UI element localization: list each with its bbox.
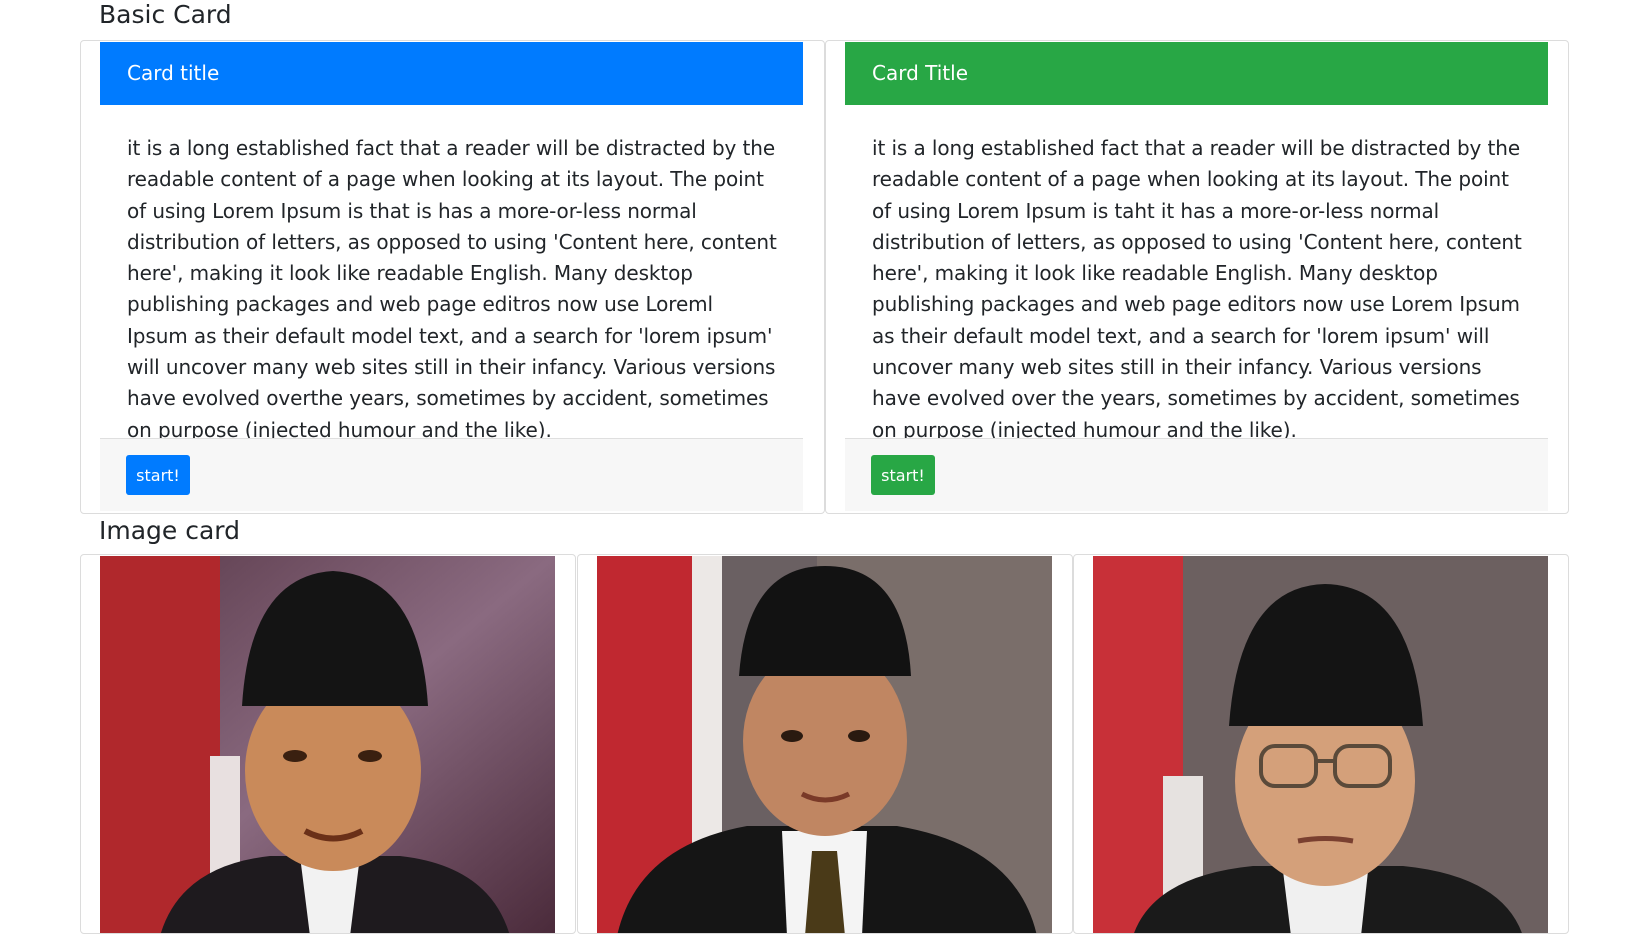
image-card: [1073, 554, 1569, 934]
card-footer: start!: [845, 438, 1548, 511]
card-body-text: it is a long established fact that a rea…: [127, 136, 777, 442]
card-header-blue: Card title: [100, 42, 803, 105]
basic-card-heading: Basic Card: [99, 0, 232, 29]
basic-card-blue: Card title it is a long established fact…: [80, 40, 825, 514]
image-card-heading: Image card: [99, 516, 241, 545]
card-body-text: it is a long established fact that a rea…: [872, 136, 1522, 442]
portrait-photo-1-icon: [100, 556, 555, 933]
start-button-green[interactable]: start!: [871, 455, 935, 495]
basic-card-green: Card Title it is a long established fact…: [825, 40, 1569, 514]
portrait-photo-3-icon: [1093, 556, 1548, 933]
portrait-photo-2-icon: [597, 556, 1052, 933]
card-header-green: Card Title: [845, 42, 1548, 105]
image-card: [577, 554, 1073, 934]
image-card: [80, 554, 576, 934]
card-footer: start!: [100, 438, 803, 511]
start-button-blue[interactable]: start!: [126, 455, 190, 495]
